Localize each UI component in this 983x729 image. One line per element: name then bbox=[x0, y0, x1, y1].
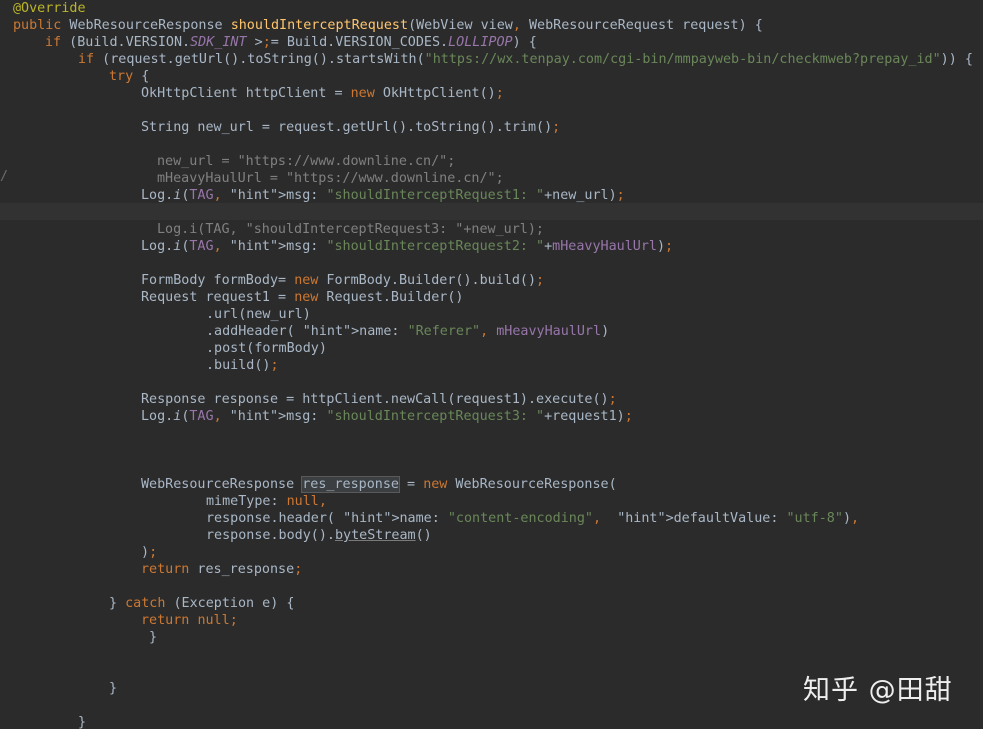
code-line[interactable]: Log.i(TAG, "shouldInterceptRequest3: "+n… bbox=[0, 221, 983, 238]
code-line[interactable]: ); bbox=[0, 544, 983, 561]
code-line[interactable]: } bbox=[0, 629, 983, 646]
code-line[interactable]: return res_response; bbox=[0, 561, 983, 578]
code-line[interactable]: Request request1 = new Request.Builder() bbox=[0, 289, 983, 306]
code-line[interactable] bbox=[0, 102, 983, 119]
code-editor[interactable]: / @Override public WebResourceResponse sh… bbox=[0, 0, 983, 729]
code-line[interactable]: public WebResourceResponse shouldInterce… bbox=[0, 17, 983, 34]
code-line[interactable]: String new_url = request.getUrl().toStri… bbox=[0, 119, 983, 136]
code-line[interactable]: response.body().byteStream() bbox=[0, 527, 983, 544]
code-line[interactable]: OkHttpClient httpClient = new OkHttpClie… bbox=[0, 85, 983, 102]
code-line[interactable] bbox=[0, 136, 983, 153]
code-line[interactable]: .build(); bbox=[0, 357, 983, 374]
code-line[interactable] bbox=[0, 578, 983, 595]
code-line[interactable]: try { bbox=[0, 68, 983, 85]
code-line[interactable]: response.header( "hint">name: "content-e… bbox=[0, 510, 983, 527]
code-line[interactable]: .url(new_url) bbox=[0, 306, 983, 323]
code-line[interactable]: } catch (Exception e) { bbox=[0, 595, 983, 612]
code-line[interactable] bbox=[0, 374, 983, 391]
code-line[interactable]: return null; bbox=[0, 612, 983, 629]
code-line[interactable]: .addHeader( "hint">name: "Referer", mHea… bbox=[0, 323, 983, 340]
code-line[interactable]: .post(formBody) bbox=[0, 340, 983, 357]
code-line[interactable] bbox=[0, 425, 983, 442]
code-line[interactable]: Response response = httpClient.newCall(r… bbox=[0, 391, 983, 408]
code-line[interactable] bbox=[0, 459, 983, 476]
code-line[interactable] bbox=[0, 646, 983, 663]
code-line[interactable]: new_url = "https://www.downline.cn/"; bbox=[0, 153, 983, 170]
code-line[interactable]: } bbox=[0, 714, 983, 729]
code-line[interactable]: Log.i(TAG, "hint">msg: "shouldInterceptR… bbox=[0, 187, 983, 204]
watermark: 知乎 @田甜 bbox=[803, 675, 953, 706]
code-line[interactable]: if (request.getUrl().toString().startsWi… bbox=[0, 51, 983, 68]
code-line[interactable]: FormBody formBody= new FormBody.Builder(… bbox=[0, 272, 983, 289]
code-line[interactable]: WebResourceResponse res_response = new W… bbox=[0, 476, 983, 493]
code-line[interactable] bbox=[0, 442, 983, 459]
code-line[interactable]: mHeavyHaulUrl = "https://www.downline.cn… bbox=[0, 170, 983, 187]
code-line[interactable]: @Override bbox=[0, 0, 983, 17]
code-line[interactable]: if (Build.VERSION.SDK_INT >;= Build.VERS… bbox=[0, 34, 983, 51]
code-line[interactable]: mimeType: null, bbox=[0, 493, 983, 510]
code-line[interactable] bbox=[0, 204, 983, 221]
code-line[interactable]: Log.i(TAG, "hint">msg: "shouldInterceptR… bbox=[0, 408, 983, 425]
code-line[interactable] bbox=[0, 255, 983, 272]
code-line[interactable]: Log.i(TAG, "hint">msg: "shouldInterceptR… bbox=[0, 238, 983, 255]
